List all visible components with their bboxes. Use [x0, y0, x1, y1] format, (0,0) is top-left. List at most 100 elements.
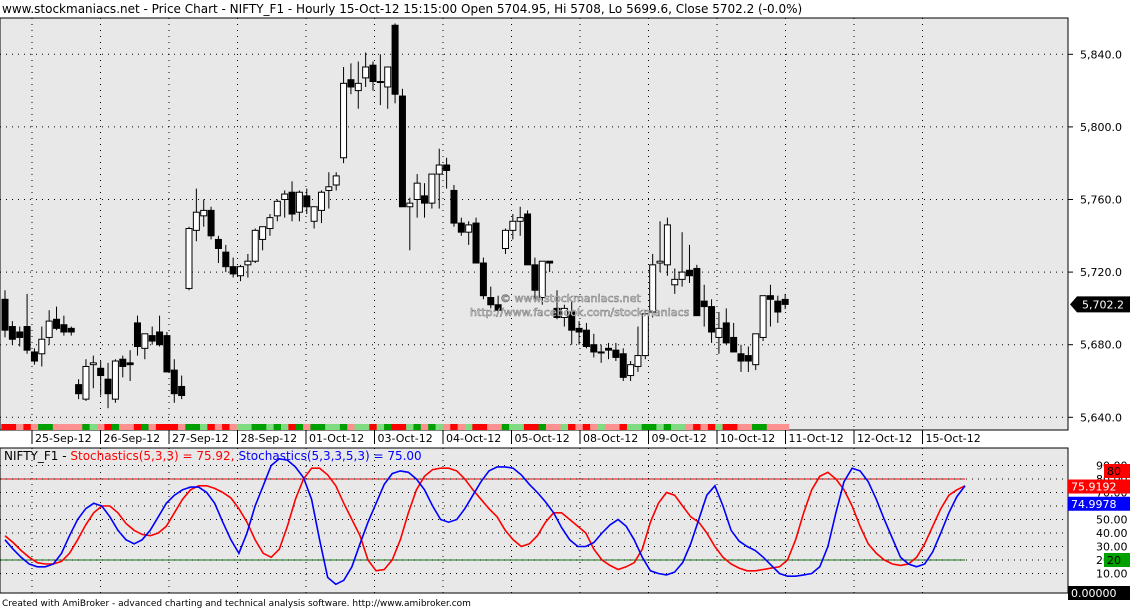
price-tick-label: 5,840.0 [1080, 48, 1122, 61]
candle-body [730, 336, 738, 353]
candle-body [362, 66, 370, 79]
trend-strip-cell [339, 424, 348, 430]
trend-strip-cell [67, 424, 76, 430]
trend-strip-cell [303, 424, 311, 430]
trend-strip-cell [685, 424, 694, 430]
candle-body [428, 173, 436, 204]
candle-body [317, 191, 325, 211]
trend-strip-cell [30, 424, 39, 430]
candle-body [347, 79, 355, 88]
trend-strip-cell [590, 424, 598, 430]
candle-body [443, 164, 451, 171]
candle-body [722, 322, 730, 344]
candle-body [737, 353, 745, 362]
trend-strip-cell [8, 424, 17, 430]
last-d-label: 75.9192 [1071, 481, 1117, 494]
candle-body [214, 238, 222, 250]
trend-strip-cell [251, 424, 260, 430]
candle-body [766, 295, 774, 300]
trend-strip-cell [170, 424, 179, 430]
date-label: 11-Oct-12 [789, 432, 844, 445]
stoch-tick-label: 50.00 [1096, 514, 1128, 527]
candle-body [148, 335, 156, 342]
trend-strip-cell [155, 424, 164, 430]
trend-strip-cell [494, 424, 503, 430]
trend-strip-cell [774, 424, 782, 430]
candle-body [75, 384, 83, 395]
stochastics-pane [0, 447, 1069, 594]
trend-strip-cell [332, 424, 341, 430]
trend-strip-cell [700, 424, 709, 430]
trend-strip-cell [354, 424, 363, 430]
trend-strip-cell [457, 424, 466, 430]
candle-body [133, 322, 141, 348]
stoch-legend-d: Stochastics(5,3,3) = 75.92, [70, 449, 234, 463]
price-tick-label: 5,720.0 [1080, 266, 1122, 279]
trend-strip-cell [612, 424, 620, 430]
trend-strip-cell [185, 424, 194, 430]
date-label: 27-Sep-12 [172, 432, 229, 445]
zero-label: 0.00000 [1071, 587, 1117, 600]
trend-strip-cell [707, 424, 716, 430]
price-pane [0, 17, 1069, 431]
date-label: 28-Sep-12 [241, 432, 298, 445]
candle-body [649, 264, 657, 313]
candle-body [597, 351, 605, 354]
candle-body [509, 220, 517, 231]
footer-credit: Created with AmiBroker - advanced charti… [2, 599, 471, 609]
date-label: 01-Oct-12 [309, 432, 364, 445]
candle-body [391, 24, 399, 95]
trend-strip-cell [398, 424, 407, 430]
candle-body [192, 211, 200, 231]
candle-body [273, 200, 281, 217]
candle-body [259, 226, 267, 240]
stoch-tick-label: 10.00 [1096, 568, 1128, 581]
candle-body [708, 306, 716, 333]
candle-body [104, 378, 112, 395]
trend-strip-cell [744, 424, 753, 430]
candle-body [531, 264, 539, 291]
trend-strip-cell [420, 424, 429, 430]
trend-strip-cell [177, 424, 186, 430]
trend-strip-cell [619, 424, 628, 430]
trend-strip-cell [560, 424, 569, 430]
date-label: 10-Oct-12 [720, 432, 775, 445]
trend-strip-cell [38, 424, 46, 430]
trend-strip-cell [729, 424, 738, 430]
candle-body [457, 222, 465, 233]
trend-strip-cell [16, 424, 24, 430]
candle-body [207, 209, 215, 237]
trend-strip-cell [531, 424, 539, 430]
watermark-line2: http://www.facebook.com/stockmaniacs [470, 306, 690, 319]
trend-strip-cell [369, 424, 378, 430]
trend-strip-cell [361, 424, 370, 430]
price-chart: 25-Sep-12 26-Sep-12 27-Sep-12 28-Sep-12 01-O… [0, 0, 1132, 609]
candle-body [656, 260, 664, 264]
trend-strip-cell [568, 424, 576, 430]
candle-body [413, 182, 421, 200]
candle-body [781, 298, 789, 305]
trend-strip-cell [281, 424, 289, 430]
trend-strip-cell [626, 424, 635, 430]
trend-strip-cell [722, 424, 731, 430]
trend-strip-cell [509, 424, 517, 430]
candle-body [310, 206, 318, 222]
date-label: 12-Oct-12 [857, 432, 912, 445]
candle-body [119, 358, 127, 367]
candle-body [244, 260, 252, 266]
trend-strip-cell [465, 424, 473, 430]
trend-strip-cell [295, 424, 304, 430]
trend-strip-cell [97, 424, 105, 430]
trend-strip-cell [163, 424, 171, 430]
trend-strip-cell [376, 424, 385, 430]
candle-body [281, 193, 289, 200]
candle-body [641, 313, 649, 357]
trend-strip-cell [391, 424, 400, 430]
trend-strip-cell [472, 424, 481, 430]
trend-strip-cell [126, 424, 135, 430]
trend-strip-cell [133, 424, 142, 430]
candle-body [30, 351, 38, 362]
candle-body [126, 362, 134, 366]
candle-body [384, 66, 392, 88]
trend-strip-cell [516, 424, 525, 430]
